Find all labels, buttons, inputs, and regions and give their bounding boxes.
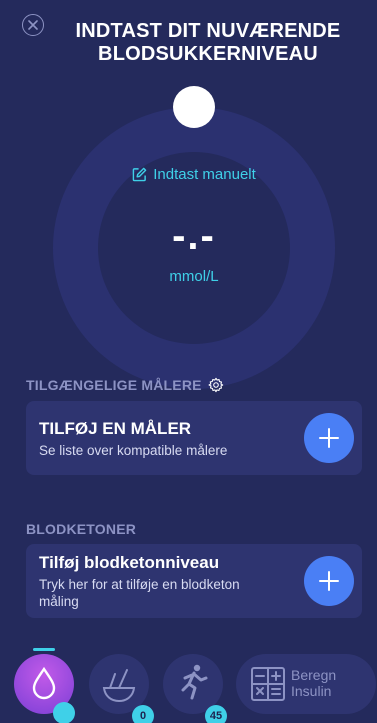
drop-icon: [32, 666, 56, 700]
gear-icon[interactable]: [208, 377, 224, 393]
plus-icon: [319, 428, 339, 448]
food-badge: 0: [132, 705, 154, 723]
ketones-section-label: BLODKETONER: [26, 521, 136, 537]
nav-activity-button[interactable]: 45: [163, 654, 227, 723]
add-ketone-card[interactable]: Tilføj blodketonniveau Tryk her for at t…: [26, 544, 362, 618]
running-icon: [181, 664, 208, 700]
close-icon: [28, 20, 38, 30]
dial-knob[interactable]: [173, 86, 215, 128]
plus-icon: [319, 571, 339, 591]
add-ketone-button[interactable]: [304, 556, 354, 606]
active-tab-indicator: [33, 648, 55, 651]
activity-badge: 45: [205, 705, 227, 723]
add-meter-subtitle: Se liste over kompatible målere: [39, 443, 228, 458]
page-title-line2: BLODSUKKERNIVEAU: [98, 43, 318, 65]
ketones-section-text: BLODKETONER: [26, 521, 137, 537]
add-ketone-subtitle-line2: måling: [39, 594, 79, 609]
manual-entry-link[interactable]: Indtast manuelt: [0, 166, 377, 183]
add-meter-card[interactable]: TILFØJ EN MÅLER Se liste over kompatible…: [26, 401, 362, 475]
add-ketone-title: Tilføj blodketonniveau: [39, 553, 220, 572]
meters-section-text: TILGÆNGELIGE MÅLERE: [26, 377, 202, 393]
close-button[interactable]: [22, 14, 44, 36]
add-meter-button[interactable]: [304, 413, 354, 463]
add-ketone-subtitle-line1: Tryk her for at tilføje en blodketon: [39, 577, 240, 592]
edit-icon: [132, 167, 147, 182]
glucose-unit: mmol/L: [169, 268, 219, 285]
calculate-insulin-line2: Insulin: [291, 683, 332, 699]
calculator-icon: [251, 667, 285, 701]
nav-glucose-button[interactable]: [14, 654, 75, 723]
manual-entry-label: Indtast manuelt: [153, 166, 256, 183]
page-title: INDTAST DIT NUVÆRENDE BLODSUKKERNIVEAU: [58, 20, 358, 66]
nav-food-button[interactable]: 0: [89, 654, 154, 723]
calculate-insulin-label: Beregn Insulin: [291, 667, 336, 699]
food-bowl-icon: [102, 669, 136, 703]
add-meter-title: TILFØJ EN MÅLER: [39, 419, 192, 438]
meters-section-label: TILGÆNGELIGE MÅLERE: [26, 377, 224, 393]
glucose-badge: [53, 702, 75, 723]
glucose-reading: -.-: [172, 214, 216, 258]
calculate-insulin-button[interactable]: Beregn Insulin: [236, 654, 376, 714]
page-title-line1: INDTAST DIT NUVÆRENDE: [75, 20, 341, 42]
calculate-insulin-line1: Beregn: [291, 667, 337, 683]
